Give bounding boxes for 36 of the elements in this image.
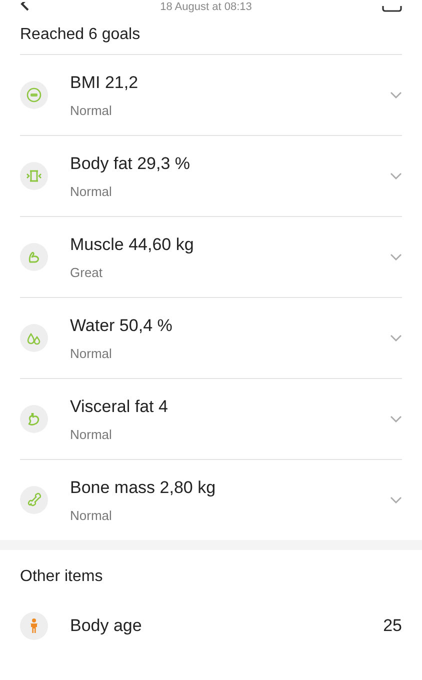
measurement-date: 18 August at 08:13 — [160, 1, 252, 14]
goal-label: Muscle 44,60 kg — [70, 234, 195, 254]
water-drops-icon — [20, 324, 48, 352]
chevron-down-icon[interactable] — [390, 253, 402, 261]
goal-row[interactable]: Visceral fat 4 Normal — [20, 379, 402, 460]
goal-row[interactable]: Bone mass 2,80 kg Normal — [20, 460, 402, 540]
goal-status: Normal — [70, 346, 113, 360]
goal-row[interactable]: Water 50,4 % Normal — [20, 298, 402, 379]
goal-label: Body fat 29,3 % — [70, 154, 192, 174]
section-title: Other items — [20, 567, 103, 587]
bone-icon — [20, 486, 48, 514]
chevron-down-icon[interactable] — [390, 415, 402, 423]
item-label: Body age — [70, 616, 143, 636]
goal-label: Water 50,4 % — [70, 316, 174, 336]
goal-row[interactable]: Body fat 29,3 % Normal — [20, 136, 402, 217]
goal-status: Normal — [70, 508, 113, 522]
section-title: Reached 6 goals — [20, 14, 402, 55]
goal-status: Normal — [70, 184, 113, 198]
body-fat-icon — [20, 162, 48, 190]
goal-row[interactable]: Muscle 44,60 kg Great — [20, 217, 402, 298]
item-value: 25 — [383, 616, 402, 636]
goal-label: Visceral fat 4 — [70, 396, 169, 416]
goal-label: Bone mass 2,80 kg — [70, 478, 217, 498]
bmi-icon — [20, 81, 48, 109]
arm-muscle-icon — [20, 243, 48, 271]
goal-status: Normal — [70, 102, 113, 118]
goal-label: BMI 21,2 — [70, 72, 140, 92]
chevron-down-icon[interactable] — [390, 334, 402, 342]
chevron-down-icon[interactable] — [390, 172, 402, 180]
goal-status: Normal — [70, 426, 113, 442]
chevron-down-icon[interactable] — [390, 91, 402, 99]
stomach-icon — [20, 405, 48, 433]
goal-status: Great — [70, 264, 104, 280]
person-icon — [20, 612, 48, 640]
goal-row[interactable]: BMI 21,2 Normal — [20, 55, 402, 136]
chevron-down-icon[interactable] — [390, 496, 402, 504]
